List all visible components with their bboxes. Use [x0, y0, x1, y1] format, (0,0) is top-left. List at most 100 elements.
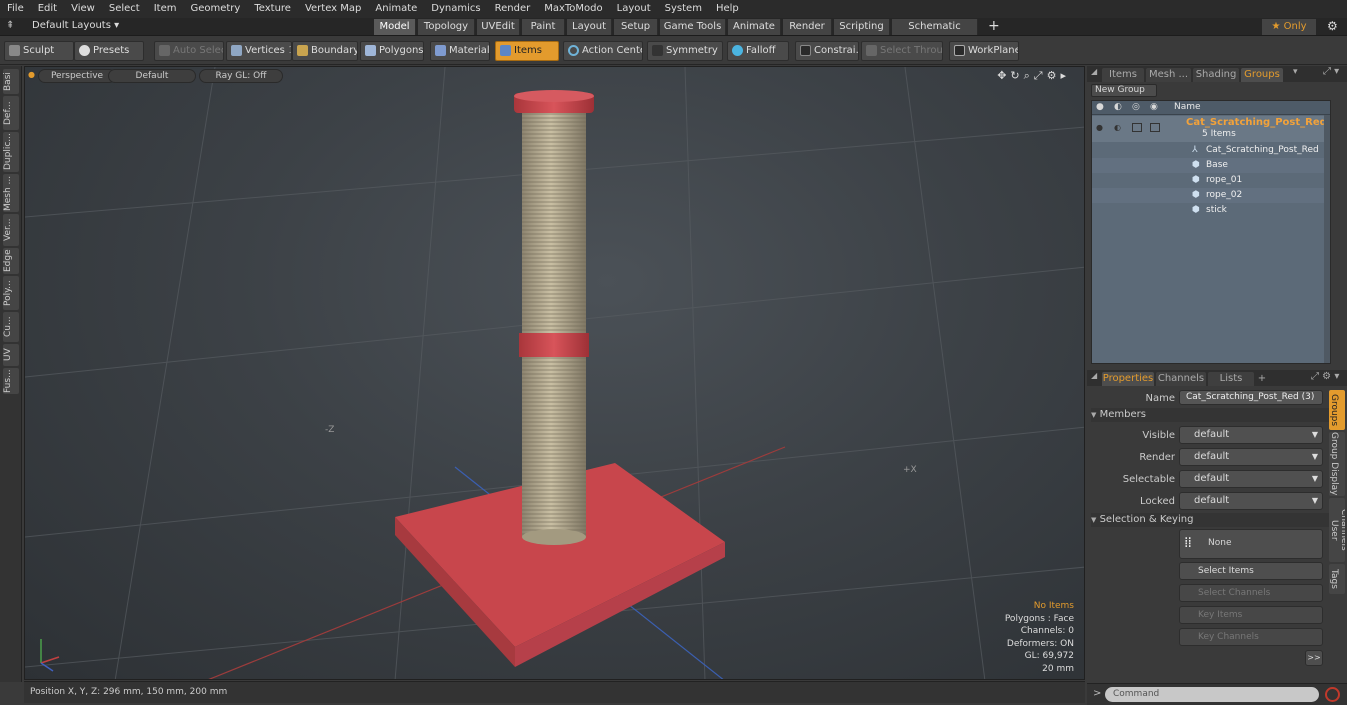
more-button[interactable]: >> — [1305, 650, 1323, 666]
symmetry-button[interactable]: Symmetry — [647, 41, 723, 61]
select-items-button[interactable]: Select Items — [1179, 562, 1323, 580]
tab-game-tools[interactable]: Game Tools — [660, 19, 726, 35]
constrain-button[interactable]: Constrai... — [795, 41, 859, 61]
group-lock-icon[interactable]: ◐ — [1114, 123, 1121, 132]
lock-column-icon[interactable]: ◐ — [1114, 102, 1122, 112]
visible-dropdown[interactable]: default ▼ — [1179, 426, 1323, 444]
menu-view[interactable]: View — [64, 0, 102, 18]
menu-layout[interactable]: Layout — [610, 0, 658, 18]
properties-options-icon[interactable]: ⤢ ⚙ ▾ — [1311, 371, 1339, 382]
none-button[interactable]: ⁞⁞ None — [1179, 529, 1323, 559]
add-tab-button[interactable]: + — [1255, 372, 1269, 386]
tab-mesh[interactable]: Mesh ... — [1146, 68, 1191, 82]
select-column-icon[interactable]: ◉ — [1150, 102, 1158, 112]
falloff-button[interactable]: Falloff — [727, 41, 789, 61]
menu-animate[interactable]: Animate — [368, 0, 424, 18]
tree-scrollbar[interactable] — [1324, 115, 1330, 363]
select-through-button[interactable]: Select Through — [861, 41, 943, 61]
menu-texture[interactable]: Texture — [247, 0, 298, 18]
polygons-button[interactable]: Polygons — [360, 41, 424, 61]
tab-schematic-fusion[interactable]: Schematic Fusion — [892, 19, 978, 48]
tab-lists[interactable]: Lists — [1208, 372, 1254, 386]
command-input[interactable]: Command — [1105, 687, 1319, 702]
tab-paint[interactable]: Paint — [522, 19, 565, 35]
tree-item[interactable]: ⬢ Base — [1092, 158, 1324, 173]
3d-viewport[interactable]: ● Perspective Default Ray GL: Off ✥↻⌕⤢⚙▸… — [24, 66, 1085, 680]
tool-tab-9[interactable]: Fus... — [3, 368, 19, 394]
tab-topology[interactable]: Topology — [418, 19, 475, 35]
tab-uvedit[interactable]: UVEdit — [477, 19, 520, 35]
materials-button[interactable]: Materials — [430, 41, 490, 61]
panel-menu-icon[interactable]: ◢ — [1091, 67, 1097, 76]
auto-select-button[interactable]: Auto Select — [154, 41, 224, 61]
menu-help[interactable]: Help — [709, 0, 746, 18]
menu-render[interactable]: Render — [488, 0, 538, 18]
layout-dropdown[interactable]: Default Layouts ▾ — [32, 20, 119, 31]
tab-items[interactable]: Items — [1102, 68, 1144, 82]
menu-select[interactable]: Select — [102, 0, 147, 18]
tab-setup[interactable]: Setup — [614, 19, 658, 35]
viewport-nav-icons[interactable]: ✥↻⌕⤢⚙▸ — [997, 69, 1070, 83]
only-toggle[interactable]: ★ Only — [1262, 19, 1316, 35]
add-tab-icon[interactable]: + — [988, 18, 1000, 34]
tool-tab-1[interactable]: Def... — [3, 96, 19, 130]
groups-tree[interactable]: ● ◐ ◎ ◉ Name ● ◐ Cat_Scratching_Post_Red… — [1091, 100, 1331, 364]
side-tab-user-channels[interactable]: User Channels — [1329, 498, 1345, 562]
shading-dropdown[interactable]: Default — [108, 69, 196, 83]
menu-file[interactable]: File — [0, 0, 31, 18]
selectable-dropdown[interactable]: default ▼ — [1179, 470, 1323, 488]
visibility-column-icon[interactable]: ● — [1096, 102, 1104, 112]
tree-item[interactable]: ⬢ stick — [1092, 203, 1324, 218]
tool-tab-2[interactable]: Duplic... — [3, 132, 19, 172]
tool-tab-8[interactable]: UV — [3, 344, 19, 366]
group-render-checkbox[interactable] — [1132, 123, 1142, 132]
expand-icon[interactable]: ⤢ ▾ — [1323, 66, 1339, 77]
name-field[interactable]: Cat_Scratching_Post_Red (3) — [1179, 390, 1323, 405]
tab-animate[interactable]: Animate — [728, 19, 781, 35]
side-tab-tags[interactable]: Tags — [1329, 564, 1345, 594]
side-tab-groups[interactable]: Groups — [1329, 390, 1345, 430]
locked-dropdown[interactable]: default ▼ — [1179, 492, 1323, 510]
tab-shading[interactable]: Shading — [1193, 68, 1239, 82]
tab-layout[interactable]: Layout — [567, 19, 612, 35]
side-tab-group-display[interactable]: Group Display — [1329, 432, 1345, 496]
new-group-button[interactable]: New Group — [1091, 84, 1157, 97]
tree-item[interactable]: ⬢ rope_01 — [1092, 173, 1324, 188]
tree-item[interactable]: ⬢ rope_02 — [1092, 188, 1324, 203]
tab-scripting[interactable]: Scripting — [834, 19, 890, 35]
selection-keying-header[interactable]: ▼ Selection & Keying — [1091, 513, 1331, 527]
tab-render[interactable]: Render — [783, 19, 832, 35]
select-channels-button[interactable]: Select Channels — [1179, 584, 1323, 602]
gear-icon[interactable]: ⚙ — [1327, 19, 1338, 33]
boundary-button[interactable]: Boundary — [292, 41, 358, 61]
render-dropdown[interactable]: default ▼ — [1179, 448, 1323, 466]
tool-tab-5[interactable]: Edge — [3, 248, 19, 274]
render-column-icon[interactable]: ◎ — [1132, 102, 1140, 112]
group-row[interactable]: ● ◐ Cat_Scratching_Post_Red... 5 Items — [1092, 116, 1330, 142]
key-channels-button[interactable]: Key Channels — [1179, 628, 1323, 646]
properties-menu-icon[interactable]: ◢ — [1091, 371, 1097, 380]
menu-maxtomodo[interactable]: MaxToModo — [537, 0, 609, 18]
tree-item[interactable]: ⅄ Cat_Scratching_Post_Red — [1092, 143, 1324, 158]
tool-tab-3[interactable]: Mesh ... — [3, 174, 19, 212]
chevron-down-icon[interactable]: ▾ — [1293, 67, 1298, 77]
menu-geometry[interactable]: Geometry — [183, 0, 247, 18]
items-button[interactable]: Items — [495, 41, 559, 61]
workplane-button[interactable]: WorkPlane — [949, 41, 1019, 61]
layout-toggle-icon[interactable]: ⇞ — [6, 20, 14, 31]
tool-tab-6[interactable]: Poly... — [3, 276, 19, 310]
tab-model[interactable]: Model — [374, 19, 416, 35]
tool-tab-0[interactable]: Basi — [3, 69, 19, 94]
menu-item[interactable]: Item — [147, 0, 184, 18]
viewport-menu-icon[interactable]: ● — [28, 70, 35, 79]
action-center-button[interactable]: Action Center — [563, 41, 643, 61]
tab-groups[interactable]: Groups — [1241, 68, 1283, 82]
group-select-checkbox[interactable] — [1150, 123, 1160, 132]
view-dropdown[interactable]: Perspective — [38, 69, 116, 83]
tool-tab-7[interactable]: Cu... — [3, 312, 19, 342]
record-icon[interactable] — [1325, 687, 1340, 702]
tab-channels[interactable]: Channels — [1156, 372, 1206, 386]
menu-dynamics[interactable]: Dynamics — [424, 0, 487, 18]
menu-edit[interactable]: Edit — [31, 0, 64, 18]
group-visibility-icon[interactable]: ● — [1096, 123, 1103, 132]
